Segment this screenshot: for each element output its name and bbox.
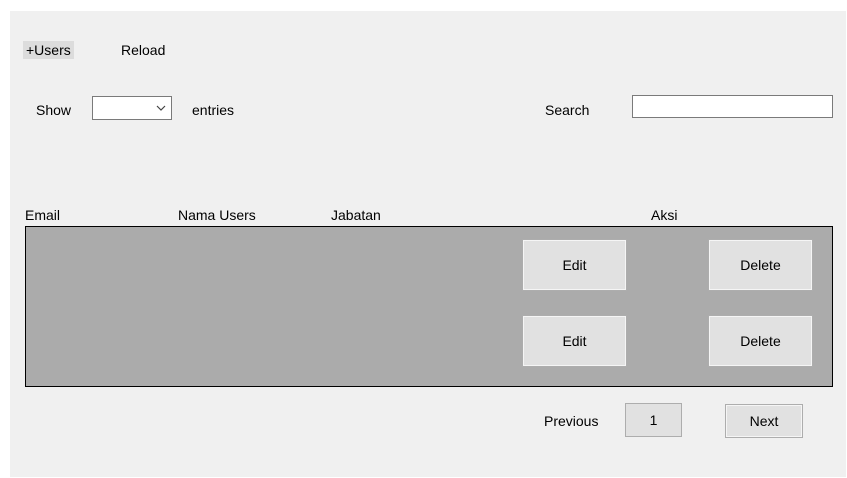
show-label: Show — [36, 102, 72, 118]
entries-label: entries — [192, 102, 235, 118]
column-header-aksi: Aksi — [651, 207, 678, 223]
column-header-nama-users: Nama Users — [178, 207, 256, 223]
search-label: Search — [545, 102, 590, 118]
entries-select[interactable] — [92, 96, 172, 120]
add-users-menu-item[interactable]: +Users — [23, 41, 74, 59]
column-header-jabatan: Jabatan — [331, 207, 381, 223]
search-input[interactable] — [632, 95, 833, 118]
delete-button[interactable]: Delete — [708, 239, 813, 291]
next-button[interactable]: Next — [725, 404, 803, 438]
previous-link[interactable]: Previous — [544, 412, 598, 430]
delete-button[interactable]: Delete — [708, 315, 813, 367]
column-header-email: Email — [25, 207, 61, 223]
edit-button[interactable]: Edit — [522, 239, 627, 291]
chevron-down-icon — [156, 105, 166, 111]
reload-menu-item[interactable]: Reload — [118, 41, 168, 59]
edit-button[interactable]: Edit — [522, 315, 627, 367]
current-page-indicator: 1 — [625, 403, 682, 437]
window-content: +Users Reload Show entries Search Email … — [0, 0, 847, 478]
